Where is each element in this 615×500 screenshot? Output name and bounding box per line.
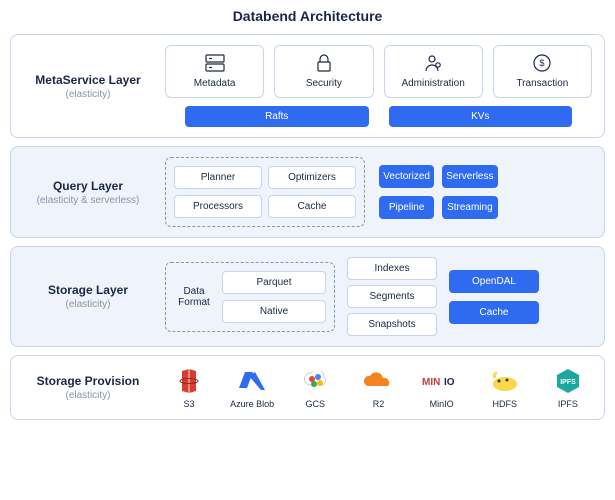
ipfs-icon: IPFS bbox=[544, 366, 592, 396]
gcs-icon bbox=[291, 366, 339, 396]
prov-label: Azure Blob bbox=[230, 399, 274, 409]
processors-chip: Processors bbox=[174, 195, 262, 218]
security-card: Security bbox=[274, 45, 373, 98]
svg-text:IO: IO bbox=[444, 377, 455, 388]
card-label: Security bbox=[306, 78, 342, 89]
vectorized-chip: Vectorized bbox=[379, 165, 434, 188]
storage-access-col: OpenDAL Cache bbox=[449, 270, 539, 324]
card-label: Transaction bbox=[516, 78, 568, 89]
query-title: Query Layer bbox=[23, 179, 153, 193]
metaservice-label: MetaService Layer (elasticity) bbox=[23, 73, 153, 100]
storage-meta-col: Indexes Segments Snapshots bbox=[347, 257, 437, 336]
svg-text:MIN: MIN bbox=[422, 377, 440, 388]
streaming-chip: Streaming bbox=[442, 196, 497, 219]
optimizers-chip: Optimizers bbox=[268, 166, 356, 189]
gcs-item: GCS bbox=[291, 366, 339, 409]
prov-label: R2 bbox=[373, 399, 385, 409]
storage-provision-layer: Storage Provision (elasticity) S3 Azure … bbox=[10, 355, 605, 420]
prov-label: S3 bbox=[183, 399, 194, 409]
indexes-chip: Indexes bbox=[347, 257, 437, 280]
minio-icon: MIN IO bbox=[418, 366, 466, 396]
storage-title: Storage Layer bbox=[23, 283, 153, 297]
svg-text:IPFS: IPFS bbox=[560, 379, 576, 386]
kvs-pill: KVs bbox=[389, 106, 573, 127]
query-components: Planner Optimizers Processors Cache bbox=[165, 157, 365, 227]
prov-label: MinIO bbox=[430, 399, 454, 409]
hdfs-item: HDFS bbox=[481, 366, 529, 409]
parquet-chip: Parquet bbox=[222, 271, 326, 294]
lock-icon bbox=[279, 52, 368, 74]
provision-sub: (elasticity) bbox=[23, 390, 153, 401]
metaservice-layer: MetaService Layer (elasticity) Metadata bbox=[10, 34, 605, 138]
query-label: Query Layer (elasticity & serverless) bbox=[23, 179, 153, 206]
hadoop-icon bbox=[481, 366, 529, 396]
cache-chip: Cache bbox=[268, 195, 356, 218]
segments-chip: Segments bbox=[347, 285, 437, 308]
cloudflare-icon bbox=[354, 366, 402, 396]
s3-item: S3 bbox=[165, 366, 213, 409]
diagram-title: Databend Architecture bbox=[10, 8, 605, 24]
planner-chip: Planner bbox=[174, 166, 262, 189]
server-icon bbox=[170, 52, 259, 74]
provision-title: Storage Provision bbox=[23, 374, 153, 388]
user-icon bbox=[389, 52, 478, 74]
r2-item: R2 bbox=[354, 366, 402, 409]
metaservice-body: Metadata Security Administration bbox=[165, 45, 592, 127]
provision-label: Storage Provision (elasticity) bbox=[23, 374, 153, 401]
query-features: Vectorized Serverless Pipeline Streaming bbox=[379, 165, 498, 219]
administration-card: Administration bbox=[384, 45, 483, 98]
dollar-icon: $ bbox=[498, 52, 587, 74]
query-layer: Query Layer (elasticity & serverless) Pl… bbox=[10, 146, 605, 238]
card-label: Administration bbox=[401, 78, 464, 89]
rafts-pill: Rafts bbox=[185, 106, 369, 127]
transaction-card: $ Transaction bbox=[493, 45, 592, 98]
storage-layer: Storage Layer (elasticity) Data Format P… bbox=[10, 246, 605, 347]
svg-text:$: $ bbox=[540, 58, 545, 68]
pipeline-chip: Pipeline bbox=[379, 196, 434, 219]
metadata-card: Metadata bbox=[165, 45, 264, 98]
ipfs-item: IPFS IPFS bbox=[544, 366, 592, 409]
metaservice-title: MetaService Layer bbox=[23, 73, 153, 87]
storage-sub: (elasticity) bbox=[23, 299, 153, 310]
azure-blob-item: Azure Blob bbox=[228, 366, 276, 409]
data-format-box: Data Format Parquet Native bbox=[165, 262, 335, 332]
s3-icon bbox=[165, 366, 213, 396]
prov-label: IPFS bbox=[558, 399, 578, 409]
cache-blue-chip: Cache bbox=[449, 301, 539, 324]
azure-icon bbox=[228, 366, 276, 396]
card-label: Metadata bbox=[194, 78, 236, 89]
snapshots-chip: Snapshots bbox=[347, 313, 437, 336]
prov-label: GCS bbox=[306, 399, 326, 409]
minio-item: MIN IO MinIO bbox=[418, 366, 466, 409]
native-chip: Native bbox=[222, 300, 326, 323]
data-format-label: Data Format bbox=[174, 286, 214, 308]
storage-label: Storage Layer (elasticity) bbox=[23, 283, 153, 310]
opendal-chip: OpenDAL bbox=[449, 270, 539, 293]
query-sub: (elasticity & serverless) bbox=[23, 195, 153, 206]
metaservice-sub: (elasticity) bbox=[23, 89, 153, 100]
serverless-chip: Serverless bbox=[442, 165, 497, 188]
prov-label: HDFS bbox=[493, 399, 518, 409]
